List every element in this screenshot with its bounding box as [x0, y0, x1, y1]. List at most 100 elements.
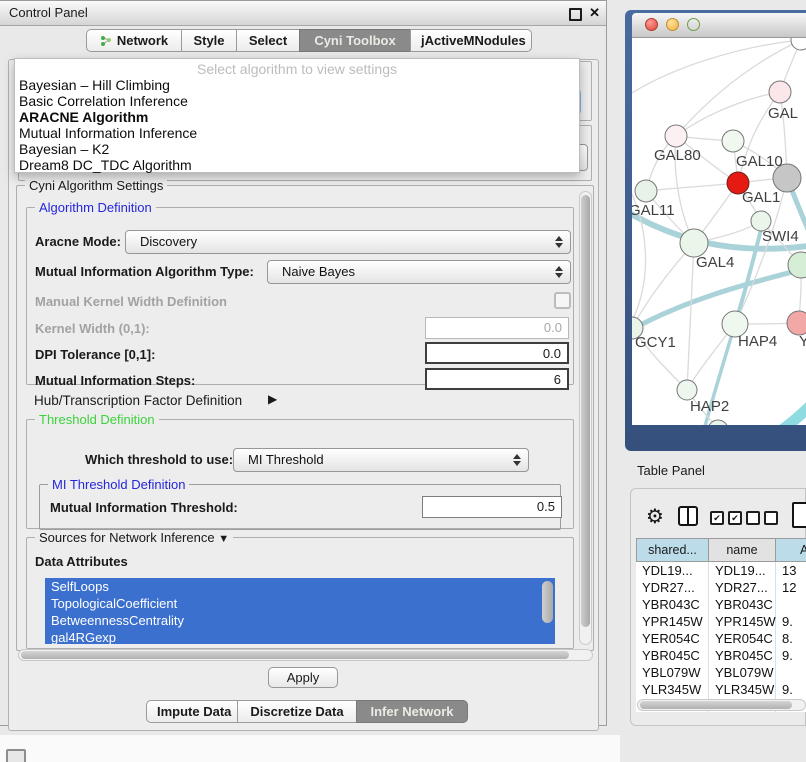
columns-icon[interactable]	[678, 506, 698, 526]
network-canvas[interactable]: GAL GAL80 GAL10 GAL1 GAL11 SWI4 GAL4 GCY…	[632, 38, 806, 425]
gear-icon[interactable]: ⚙	[646, 504, 664, 528]
tab-network-label: Network	[117, 33, 168, 48]
sources-group: Sources for Network Inference ▼ Data Att…	[26, 537, 574, 649]
tab-infer-network-label: Infer Network	[370, 704, 453, 719]
attributes-scrollbar[interactable]	[541, 579, 554, 643]
table-row[interactable]: YBL079W YBL079W	[636, 664, 806, 681]
tab-style-label: Style	[193, 33, 224, 48]
algorithm-option[interactable]: Bayesian – Hill Climbing	[15, 77, 579, 93]
cell-value: 9.	[782, 647, 793, 664]
algorithm-popup-placeholder: Select algorithm to view settings	[15, 61, 579, 77]
kernel-width-label: Kernel Width (0,1):	[35, 321, 150, 336]
table-row[interactable]: YPR145W YPR145W 9.	[636, 613, 806, 630]
algorithm-option-selected[interactable]: ARACNE Algorithm	[15, 109, 579, 125]
list-item[interactable]: BetweennessCentrality	[45, 612, 555, 629]
bottom-left-area	[0, 735, 620, 762]
list-item[interactable]: TopologicalCoefficient	[45, 595, 555, 612]
network-node[interactable]	[787, 311, 806, 335]
select-all-checks-icon[interactable]: ✔✔	[710, 511, 746, 529]
table-row[interactable]: YBR045C YBR045C 9.	[636, 647, 806, 664]
algorithm-option[interactable]: Dream8 DC_TDC Algorithm	[15, 157, 579, 173]
hub-definition-label[interactable]: Hub/Transcription Factor Definition	[34, 393, 242, 408]
node-label: GAL4	[696, 254, 734, 271]
zoom-traffic-light[interactable]	[687, 18, 700, 31]
table-horizontal-scrollbar[interactable]	[637, 699, 806, 711]
tab-select[interactable]: Select	[236, 29, 300, 52]
node-label: GAL	[768, 105, 798, 122]
sources-title[interactable]: Sources for Network Inference ▼	[35, 530, 233, 545]
algorithm-option[interactable]: Bayesian – K2	[15, 141, 579, 157]
table-row[interactable]: YDR27... YDR27... 12	[636, 579, 806, 596]
checked-box-icon: ✔	[710, 511, 724, 525]
cyni-algorithm-settings-title: Cyni Algorithm Settings	[25, 178, 167, 193]
unchecked-box-icon	[764, 511, 778, 525]
node-label: Y	[799, 333, 806, 350]
float-window-icon[interactable]	[569, 8, 582, 21]
node-table: shared... name A YDL19... YDL19... 13 YD…	[636, 538, 806, 712]
network-node[interactable]	[665, 125, 687, 147]
column-header[interactable]: shared...	[636, 538, 709, 562]
aracne-mode-combobox[interactable]: Discovery	[125, 230, 571, 254]
manual-kernel-width-checkbox[interactable]	[554, 292, 571, 309]
list-item[interactable]: gal4RGexp	[45, 629, 555, 644]
network-node[interactable]	[635, 180, 657, 202]
table-row[interactable]: YBR043C YBR043C	[636, 596, 806, 613]
algorithm-option[interactable]: Basic Correlation Inference	[15, 93, 579, 109]
table-row[interactable]: YLR345W YLR345W 9.	[636, 681, 806, 698]
kernel-width-field[interactable]: 0.0	[425, 317, 569, 339]
network-node[interactable]	[769, 81, 791, 103]
column-header[interactable]: A	[776, 538, 806, 562]
node-label: SWI4	[762, 228, 799, 245]
mi-threshold-definition-title: MI Threshold Definition	[48, 477, 189, 492]
column-header[interactable]: name	[709, 538, 776, 562]
combo-arrows-icon	[513, 454, 521, 466]
document-icon[interactable]	[792, 502, 806, 528]
cell-shared-name: YBL079W	[642, 664, 701, 681]
network-edge	[728, 404, 806, 425]
cell-name: YLR345W	[715, 681, 774, 698]
apply-button[interactable]: Apply	[268, 667, 338, 688]
table-row[interactable]: YER054C YER054C 8.	[636, 630, 806, 647]
table-row[interactable]: YDL19... YDL19... 13	[636, 562, 806, 579]
node-label: HAP2	[690, 398, 729, 415]
which-threshold-combobox[interactable]: MI Threshold	[233, 448, 529, 472]
cell-value: 12	[782, 579, 796, 596]
cell-shared-name: YPR145W	[642, 613, 703, 630]
network-node[interactable]	[722, 130, 744, 152]
network-node[interactable]	[791, 38, 806, 50]
hub-expand-right-icon[interactable]: ▶	[268, 392, 277, 406]
network-tab-icon	[100, 32, 112, 53]
list-item[interactable]: SelfLoops	[45, 578, 555, 595]
network-svg: GAL GAL80 GAL10 GAL1 GAL11 SWI4 GAL4 GCY…	[632, 38, 806, 425]
network-window-titlebar[interactable]	[632, 13, 806, 38]
control-panel-titlebar[interactable]: Control Panel ✕	[0, 1, 606, 26]
sources-collapse-down-icon: ▼	[218, 533, 229, 545]
dpi-tolerance-field[interactable]: 0.0	[425, 342, 569, 364]
mi-steps-label: Mutual Information Steps:	[35, 373, 195, 388]
settings-horizontal-scrollbar[interactable]	[18, 649, 593, 661]
settings-vertical-scrollbar[interactable]	[579, 191, 592, 645]
network-view-window: GAL GAL80 GAL10 GAL1 GAL11 SWI4 GAL4 GCY…	[625, 10, 806, 451]
network-node[interactable]	[677, 380, 697, 400]
mi-steps-field[interactable]: 6	[425, 368, 569, 390]
network-node[interactable]	[680, 229, 708, 257]
tab-style[interactable]: Style	[181, 29, 237, 52]
panel-grip-icon[interactable]	[6, 749, 26, 762]
cell-value: 9.	[782, 681, 793, 698]
tab-infer-network[interactable]: Infer Network	[356, 700, 468, 723]
close-traffic-light[interactable]	[645, 18, 658, 31]
algorithm-definition-title: Algorithm Definition	[35, 200, 156, 215]
mi-threshold-field[interactable]: 0.5	[422, 496, 562, 518]
minimize-traffic-light[interactable]	[666, 18, 679, 31]
tab-jactivemnodules[interactable]: jActiveMNodules	[410, 29, 532, 52]
mi-algorithm-type-combobox[interactable]: Naive Bayes	[267, 260, 571, 284]
deselect-all-checks-icon[interactable]	[746, 511, 782, 529]
aracne-mode-value: Discovery	[140, 234, 197, 249]
tab-cyni-toolbox[interactable]: Cyni Toolbox	[299, 29, 411, 52]
cell-name: YBR045C	[715, 647, 773, 664]
tab-discretize-data[interactable]: Discretize Data	[237, 700, 357, 723]
algorithm-option[interactable]: Mutual Information Inference	[15, 125, 579, 141]
tab-network[interactable]: Network	[86, 29, 182, 52]
close-icon[interactable]: ✕	[589, 5, 600, 21]
tab-impute-data[interactable]: Impute Data	[146, 700, 238, 723]
